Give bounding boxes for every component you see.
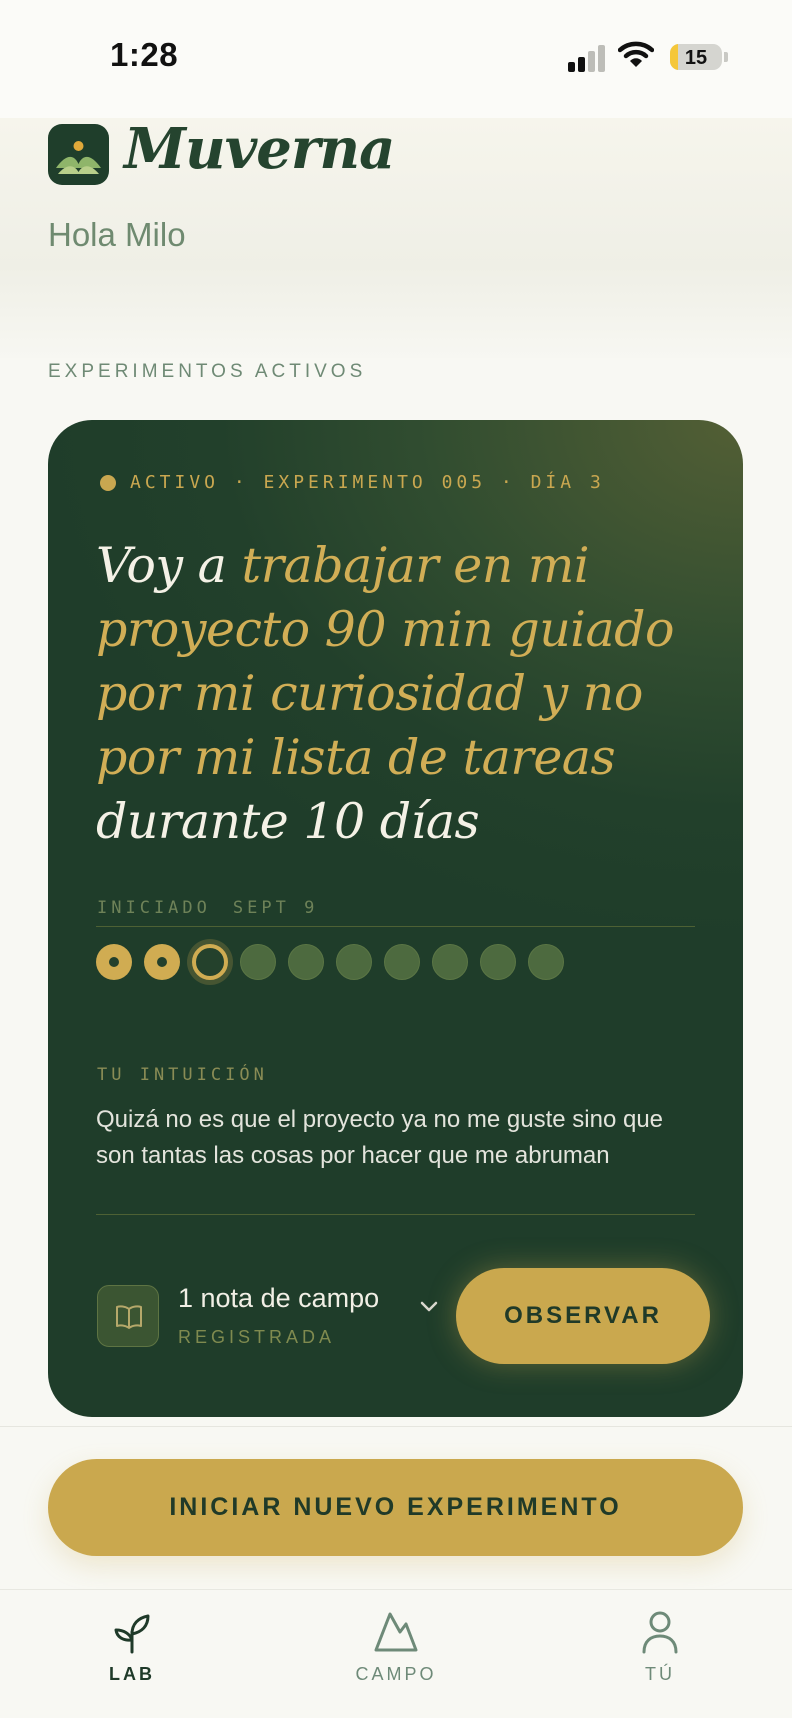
tab-lab-label: LAB [109,1664,155,1684]
sprout-icon [114,1614,150,1654]
field-note-status: REGISTRADA [178,1327,336,1347]
experiment-card[interactable]: ACTIVO · EXPERIMENTO 005 · DÍA 3 Voy a t… [48,420,743,1417]
divider [0,1426,792,1427]
progress-day-5 [288,944,324,980]
active-status-dot [100,474,116,491]
started-label: INICIADO [97,898,211,918]
section-label: EXPERIMENTOS ACTIVOS [48,361,367,382]
new-experiment-button[interactable]: INICIAR NUEVO EXPERIMENTO [48,1459,743,1556]
day-progress [96,944,564,980]
book-icon [116,1305,142,1329]
observe-button[interactable]: OBSERVAR [456,1268,710,1364]
tab-bar: LAB CAMPO TÚ [0,1589,792,1718]
status-bar: 1:28 15 [0,0,792,118]
cellular-signal-icon [568,42,608,72]
brand-name: Muverna [124,116,395,182]
tab-tu[interactable]: TÚ [570,1590,750,1718]
divider [96,926,695,927]
experiment-meta: ACTIVO · EXPERIMENTO 005 · DÍA 3 [100,472,605,493]
battery-tip [724,52,728,62]
experiment-title: Voy a trabajar en mi proyecto 90 min gui… [96,534,716,854]
experiment-meta-text: ACTIVO · EXPERIMENTO 005 · DÍA 3 [130,472,605,493]
started-date: INICIADO SEPT 9 [97,898,318,918]
greeting: Hola Milo [48,216,186,253]
wifi-icon [618,41,654,67]
field-note-button[interactable] [97,1285,159,1347]
progress-day-7 [384,944,420,980]
intuition-text: Quizá no es que el proyecto ya no me gus… [96,1106,664,1169]
progress-day-9 [480,944,516,980]
progress-day-10 [528,944,564,980]
tab-campo[interactable]: CAMPO [306,1590,486,1718]
app-logo-icon [48,124,109,185]
chevron-down-icon[interactable] [418,1300,440,1314]
progress-day-4 [240,944,276,980]
tab-tu-label: TÚ [645,1664,675,1684]
divider [96,1214,695,1215]
mountain-icon [374,1612,418,1652]
person-icon [642,1611,678,1654]
experiment-title-tail: durante 10 días [96,793,480,850]
tab-lab[interactable]: LAB [42,1590,222,1718]
progress-day-1 [96,944,132,980]
progress-day-6 [336,944,372,980]
status-time: 1:28 [110,36,179,73]
started-value: SEPT 9 [232,898,319,918]
progress-day-3 [192,944,228,980]
field-note-count[interactable]: 1 nota de campo [178,1283,379,1314]
tab-campo-label: CAMPO [355,1664,437,1684]
intuition-label: TU INTUICIÓN [97,1065,268,1085]
battery-indicator: 15 [670,44,722,70]
experiment-title-lead: Voy a [96,537,242,594]
progress-day-8 [432,944,468,980]
battery-level-text: 15 [684,47,708,69]
progress-day-2 [144,944,180,980]
